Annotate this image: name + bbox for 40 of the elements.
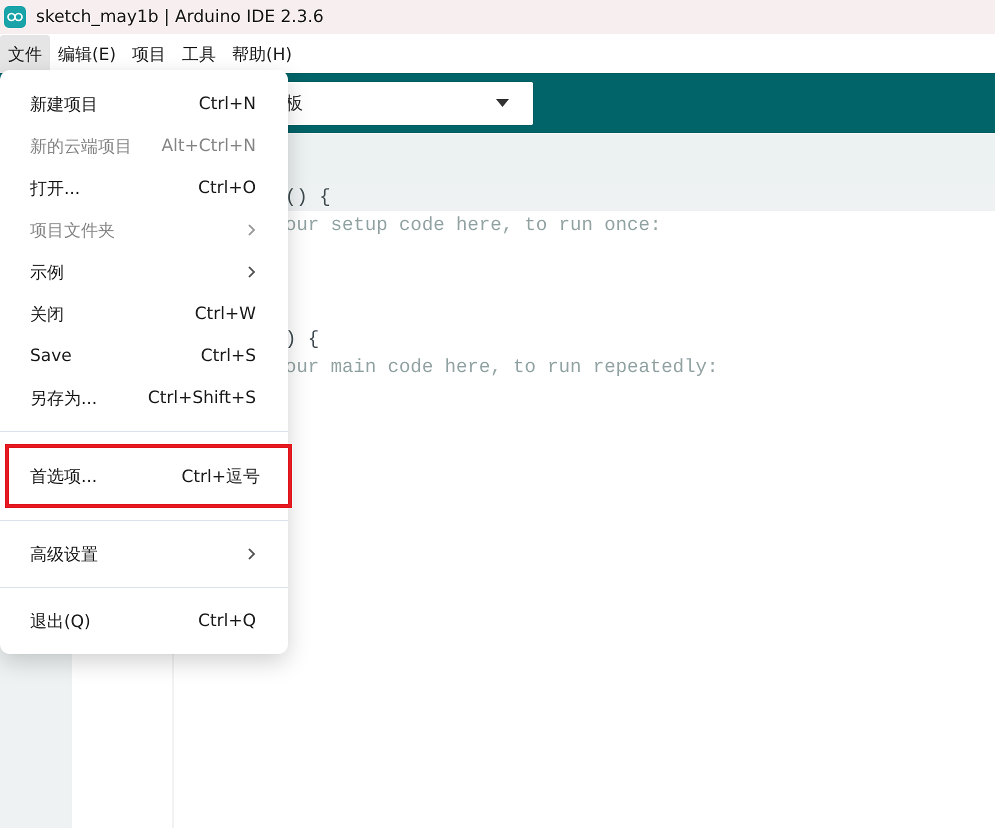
- menu-item[interactable]: 高级设置: [0, 533, 288, 575]
- menu-item-label: 关闭: [30, 304, 64, 326]
- menu-item-shortcut: Ctrl+N: [198, 94, 256, 114]
- menu-item[interactable]: 关闭 Ctrl+W: [0, 293, 288, 335]
- code-line: ) {: [285, 328, 320, 350]
- chevron-right-icon: [247, 547, 256, 561]
- code-line: () {: [285, 186, 331, 208]
- menu-item-shortcut: Ctrl+S: [200, 346, 256, 366]
- menu-item[interactable]: Save Ctrl+S: [0, 335, 288, 377]
- dropdown-caret-icon: [496, 99, 509, 107]
- app-logo-icon: [4, 6, 26, 28]
- menu-item-shortcut: Ctrl+W: [194, 304, 256, 324]
- menu-bar-item[interactable]: 帮助(H): [224, 35, 300, 73]
- menu-item-label: 首选项...: [30, 466, 98, 488]
- chevron-right-icon: [247, 223, 256, 237]
- menu-item-label: 另存为...: [30, 388, 98, 410]
- menu-item-label: 项目文件夹: [30, 220, 115, 242]
- menu-item[interactable]: 打开... Ctrl+O: [0, 167, 288, 209]
- menu-item[interactable]: 退出(Q) Ctrl+Q: [0, 600, 288, 642]
- menu-item-shortcut: Ctrl+逗号: [182, 466, 260, 488]
- menu-bar-item[interactable]: 文件: [0, 35, 50, 73]
- menu-bar-item[interactable]: 工具: [174, 35, 224, 73]
- menu-item-label: 示例: [30, 262, 64, 284]
- menu-item[interactable]: 示例: [0, 251, 288, 293]
- menu-item-label: 新建项目: [30, 94, 98, 116]
- menu-item[interactable]: 另存为... Ctrl+Shift+S: [0, 377, 288, 419]
- menu-item-label: 高级设置: [30, 544, 98, 566]
- chevron-right-icon: [247, 265, 256, 279]
- menu-item[interactable]: 首选项... Ctrl+逗号: [5, 444, 292, 508]
- menu-item-shortcut: Ctrl+Shift+S: [148, 388, 256, 408]
- menu-bar-item[interactable]: 项目: [124, 35, 174, 73]
- menu-item-label: Save: [30, 346, 72, 366]
- menu-item-label: 新的云端项目: [30, 136, 132, 158]
- menu-bar-item[interactable]: 编辑(E): [50, 35, 124, 73]
- menu-item-label: 退出(Q): [30, 610, 91, 632]
- window-title: sketch_may1b | Arduino IDE 2.3.6: [36, 7, 324, 27]
- menu-item-shortcut: Ctrl+O: [198, 178, 256, 198]
- menu-item-shortcut: Alt+Ctrl+N: [162, 136, 256, 156]
- menu-item-shortcut: Ctrl+Q: [198, 611, 256, 631]
- menu-item-label: 打开...: [30, 178, 80, 200]
